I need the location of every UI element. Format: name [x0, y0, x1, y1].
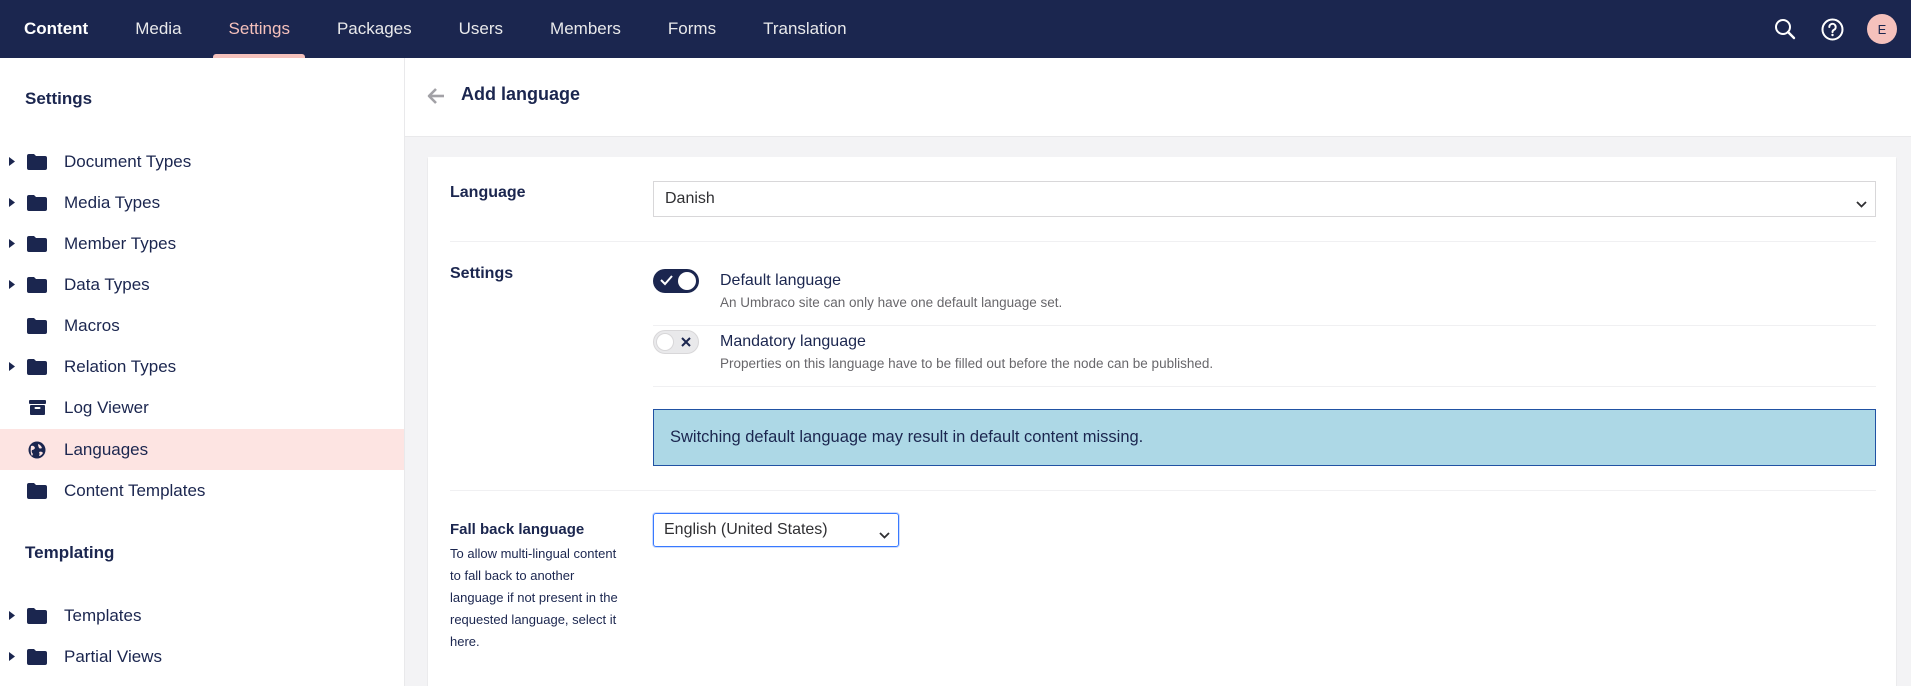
folder-icon	[27, 648, 47, 666]
expand-caret-icon[interactable]	[9, 611, 21, 620]
mandatory-language-title: Mandatory language	[720, 333, 866, 350]
sidebar-item-label: Log Viewer	[64, 397, 149, 417]
divider	[653, 386, 1876, 387]
user-avatar[interactable]: E	[1867, 14, 1897, 44]
mandatory-language-description: Properties on this language have to be f…	[720, 356, 1214, 371]
sidebar-item-label: Member Types	[64, 233, 177, 253]
folder-icon	[27, 358, 47, 376]
nav-forms[interactable]: Forms	[644, 0, 739, 58]
sidebar-item-templates[interactable]: Templates	[0, 595, 404, 636]
mandatory-language-toggle[interactable]	[653, 330, 699, 354]
nav-users[interactable]: Users	[435, 0, 526, 58]
expand-caret-icon[interactable]	[9, 239, 21, 248]
expand-caret-icon[interactable]	[9, 157, 21, 166]
chevron-down-icon	[1856, 195, 1867, 213]
sidebar: Settings Document Types Media Types Memb…	[0, 58, 405, 686]
divider	[653, 325, 1876, 326]
sidebar-item-label: Templates	[64, 605, 142, 625]
expand-caret-icon[interactable]	[9, 280, 21, 289]
folder-icon	[27, 194, 47, 212]
sidebar-item-log-viewer[interactable]: Log Viewer	[0, 387, 404, 428]
checkmark-icon	[660, 275, 673, 286]
sidebar-item-content-templates[interactable]: Content Templates	[0, 470, 404, 511]
top-icons: E	[1773, 0, 1911, 58]
close-icon	[681, 337, 691, 347]
nav-content[interactable]: Content	[0, 0, 112, 58]
language-select-value: Danish	[665, 190, 715, 207]
editor-header: Add language	[405, 58, 1911, 137]
default-language-toggle[interactable]	[653, 269, 699, 293]
folder-icon	[27, 317, 47, 335]
back-arrow-icon[interactable]	[427, 87, 445, 105]
nav-media[interactable]: Media	[112, 0, 205, 58]
sidebar-item-label: Document Types	[64, 151, 192, 171]
sidebar-item-label: Content Templates	[64, 480, 206, 500]
sidebar-item-label: Media Types	[64, 192, 161, 212]
sidebar-item-partial-views[interactable]: Partial Views	[0, 636, 404, 677]
sidebar-item-label: Relation Types	[64, 356, 177, 376]
section-nav: Content Media Settings Packages Users Me…	[0, 0, 870, 58]
expand-caret-icon[interactable]	[9, 652, 21, 661]
folder-icon	[27, 276, 47, 294]
sidebar-heading-templating: Templating	[25, 543, 115, 562]
sidebar-item-label: Data Types	[64, 274, 150, 294]
help-icon[interactable]	[1820, 17, 1844, 41]
fallback-language-description: To allow multi-lingual content to fall b…	[450, 546, 618, 649]
folder-icon	[27, 607, 47, 625]
nav-members[interactable]: Members	[527, 0, 645, 58]
page-title: Add language	[461, 84, 581, 104]
sidebar-heading-settings: Settings	[25, 89, 93, 108]
nav-packages[interactable]: Packages	[313, 0, 435, 58]
nav-translation[interactable]: Translation	[740, 0, 870, 58]
sidebar-item-relation-types[interactable]: Relation Types	[0, 346, 404, 387]
sidebar-item-macros[interactable]: Macros	[0, 305, 404, 346]
alert-text: Switching default language may result in…	[670, 428, 1144, 446]
divider	[450, 241, 1876, 242]
sidebar-item-document-types[interactable]: Document Types	[0, 141, 404, 182]
top-navigation-bar: Content Media Settings Packages Users Me…	[0, 0, 1911, 58]
folder-icon	[27, 235, 47, 253]
chevron-down-icon	[879, 526, 890, 544]
default-language-warning-alert: Switching default language may result in…	[653, 409, 1876, 466]
language-form-panel: Language Danish Settings Default languag…	[428, 157, 1896, 686]
language-label: Language	[450, 184, 526, 201]
sidebar-item-media-types[interactable]: Media Types	[0, 182, 404, 223]
sidebar-item-label: Languages	[64, 439, 149, 459]
expand-caret-icon[interactable]	[9, 362, 21, 371]
nav-settings[interactable]: Settings	[205, 0, 313, 58]
sidebar-item-data-types[interactable]: Data Types	[0, 264, 404, 305]
search-icon[interactable]	[1773, 17, 1797, 41]
globe-icon	[27, 441, 47, 459]
sidebar-item-label: Partial Views	[64, 646, 162, 666]
folder-icon	[27, 482, 47, 500]
default-language-title: Default language	[720, 272, 841, 289]
fallback-language-label: Fall back language	[450, 521, 585, 538]
archive-box-icon	[27, 399, 47, 417]
folder-icon	[27, 153, 47, 171]
expand-caret-icon[interactable]	[9, 198, 21, 207]
settings-label: Settings	[450, 265, 514, 282]
sidebar-item-member-types[interactable]: Member Types	[0, 223, 404, 264]
fallback-language-select[interactable]: English (United States)	[653, 513, 899, 547]
language-select[interactable]: Danish	[653, 181, 1876, 217]
sidebar-item-label: Macros	[64, 315, 120, 335]
default-language-description: An Umbraco site can only have one defaul…	[720, 295, 1063, 310]
sidebar-item-languages[interactable]: Languages	[0, 429, 404, 470]
fallback-language-value: English (United States)	[664, 521, 828, 538]
divider	[450, 490, 1876, 491]
